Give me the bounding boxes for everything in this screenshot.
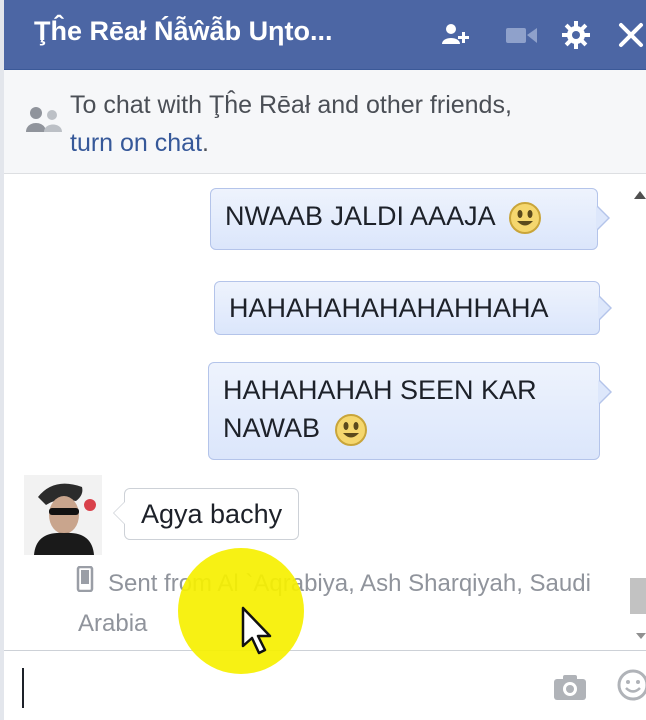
notice-suffix: . [202,129,209,157]
message-composer[interactable] [4,650,646,720]
close-icon[interactable] [616,20,646,50]
incoming-message: Agya bachy [113,488,300,540]
sent-from-text: Sent from Al `Aqrabiya, Ash Sharqiyah, S… [78,570,591,637]
scrollbar-thumb[interactable] [630,578,646,614]
outgoing-message: NWAAB JALDI AAAJA [210,188,610,250]
video-call-icon[interactable] [504,20,540,50]
smile-emoji-icon [334,413,367,446]
friends-icon [26,104,62,139]
bubble-tail [596,205,610,231]
turn-on-chat-link[interactable]: turn on chat [70,129,202,157]
camera-icon[interactable] [552,672,588,707]
outgoing-message: HAHAHAHAHAHAHHAHA [214,281,612,335]
emoji-icon[interactable] [616,668,646,707]
sent-from-location: Sent from Al `Aqrabiya, Ash Sharqiyah, S… [78,564,618,644]
scroll-down-arrow-icon[interactable] [634,628,646,646]
text-caret [22,668,24,708]
outgoing-message: HAHAHAHAH SEEN KAR NAWAB [208,362,612,460]
avatar[interactable] [24,475,102,555]
notice-prefix: To chat with Ţĥe Rēał and other friends, [70,91,512,119]
chat-title[interactable]: Ţĥe Rēał Ńẫŵẫb Uηto... [34,16,333,47]
message-text: NWAAB JALDI AAAJA [225,201,495,231]
bubble-tail [598,379,612,405]
chat-off-message: To chat with Ţĥe Rēał and other friends,… [70,86,630,162]
chat-window: Ţĥe Rēał Ńẫŵẫb Uηto... To chat with Ţĥe … [0,0,646,720]
gear-icon[interactable] [561,20,591,50]
chat-titlebar[interactable]: Ţĥe Rēał Ńẫŵẫb Uηto... [4,0,646,70]
message-text-line-1: HAHAHAHAH SEEN KAR [223,375,537,405]
add-friend-icon[interactable] [440,20,470,50]
smile-emoji-icon [508,201,541,234]
bubble-tail [598,295,612,321]
message-text: Agya bachy [141,499,283,529]
scroll-up-arrow-icon[interactable] [632,188,646,206]
mouse-cursor-icon [240,606,274,661]
message-text: HAHAHAHAHAHAHHAHA [229,293,549,323]
message-text-line-2: NAWAB [223,413,321,443]
bubble-tail [113,501,125,525]
